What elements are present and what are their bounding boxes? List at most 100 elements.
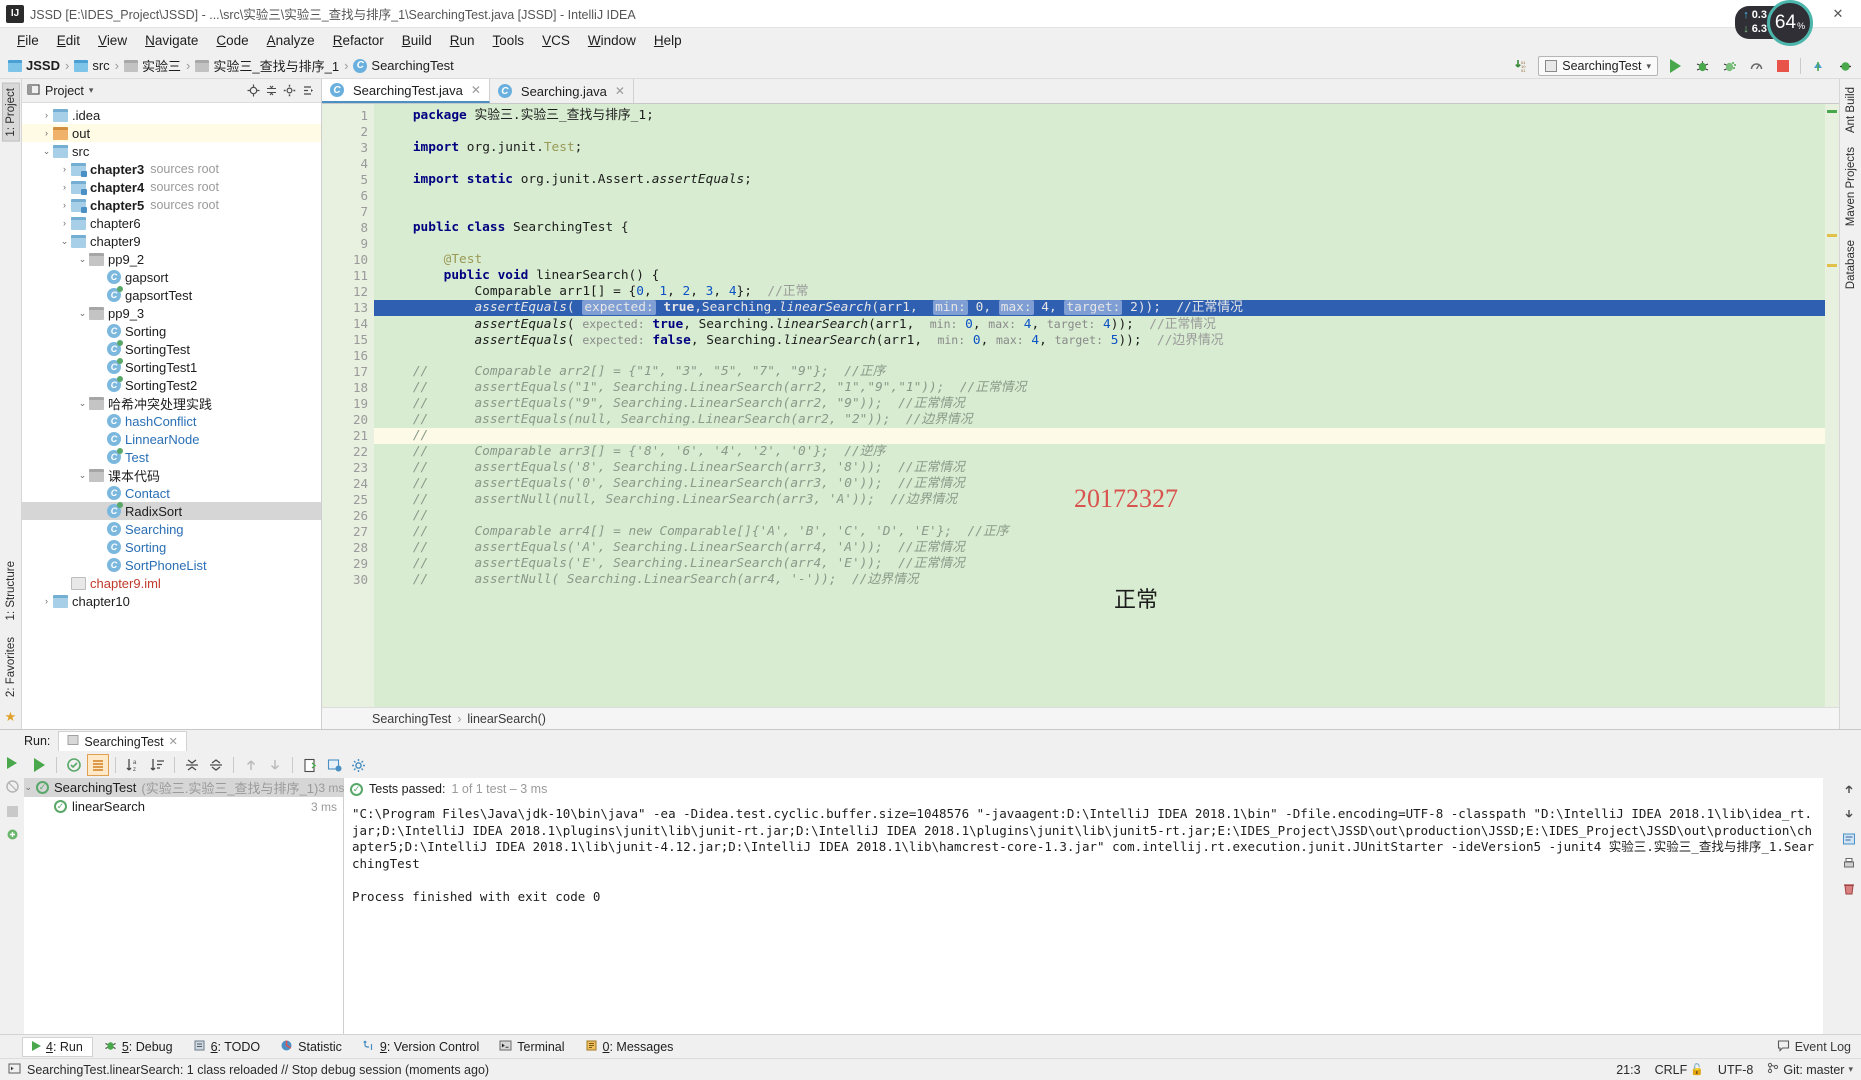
gutter-line-22[interactable]: 22 <box>322 444 374 460</box>
chevron-down-icon[interactable]: ⌄ <box>40 146 53 157</box>
chevron-right-icon[interactable]: › <box>58 182 71 192</box>
gutter-line-9[interactable]: 9 <box>322 236 374 252</box>
tree-node-SortPhoneList[interactable]: C SortPhoneList <box>22 556 321 574</box>
gutter-line-29[interactable]: 29 <box>322 556 374 572</box>
gutter-line-6[interactable]: 6 <box>322 188 374 204</box>
tree-node-Sorting[interactable]: C Sorting <box>22 322 321 340</box>
tree-node-chapter4[interactable]: › chapter4 sources root <box>22 178 321 196</box>
gutter-line-26[interactable]: 26 <box>322 508 374 524</box>
editor-tab-SearchingTest.java[interactable]: C SearchingTest.java ✕ <box>322 79 490 103</box>
tree-node-hashConflict[interactable]: ChashConflict <box>22 412 321 430</box>
caret-position[interactable]: 21:3 <box>1616 1063 1640 1077</box>
tree-node-out[interactable]: › out <box>22 124 321 142</box>
gutter-line-24[interactable]: 24 <box>322 476 374 492</box>
console-scrollbar[interactable] <box>1823 778 1837 1034</box>
code-line-14[interactable]: assertEquals( expected: true, Searching.… <box>374 316 1825 332</box>
code-line-5[interactable]: import static org.junit.Assert.assertEqu… <box>374 172 1825 188</box>
vcs-commit-icon[interactable] <box>1835 56 1855 76</box>
tool-window-todo[interactable]: 6: TODO <box>184 1037 270 1057</box>
network-speed-widget[interactable]: ↑ 0.3 K/s ↓ 6.3 K/s 64 % <box>1735 0 1813 46</box>
tree-node-gapsortTest[interactable]: CgapsortTest <box>22 286 321 304</box>
gutter-line-3[interactable]: 3 <box>322 140 374 156</box>
rerun-tests-icon[interactable] <box>28 754 50 776</box>
tree-node-chapter9[interactable]: ⌄ chapter9 <box>22 232 321 250</box>
code-line-3[interactable]: import org.junit.Test; <box>374 140 1825 156</box>
toggle-passed-icon[interactable] <box>63 754 85 776</box>
chevron-right-icon[interactable]: › <box>40 596 53 606</box>
code-line-12[interactable]: Comparable arr1[] = {0, 1, 2, 3, 4}; //正… <box>374 284 1825 300</box>
close-icon[interactable]: ✕ <box>471 83 481 97</box>
chevron-right-icon[interactable]: › <box>58 164 71 174</box>
tree-node-chapter9.iml[interactable]: chapter9.iml <box>22 574 321 592</box>
chevron-right-icon[interactable]: › <box>58 218 71 228</box>
gutter-line-5[interactable]: 5 <box>322 172 374 188</box>
gutter-line-16[interactable]: 16 <box>322 348 374 364</box>
menu-item-edit[interactable]: Edit <box>48 31 89 50</box>
stop-process-icon[interactable] <box>6 804 18 820</box>
scroll-up-icon[interactable] <box>1842 782 1856 799</box>
chevron-down-icon[interactable]: ▾ <box>1848 1064 1853 1075</box>
gutter-line-1[interactable]: 1 <box>322 108 374 124</box>
gutter-line-8[interactable]: 8 <box>322 220 385 236</box>
chevron-down-icon[interactable]: ⌄ <box>76 254 89 265</box>
collapse-all-icon[interactable] <box>262 82 280 100</box>
gutter-line-19[interactable]: 19 <box>322 396 374 412</box>
code-line-20[interactable]: // assertEquals(null, Searching.LinearSe… <box>374 412 1825 428</box>
menu-item-tools[interactable]: Tools <box>484 31 534 50</box>
gutter-line-11[interactable]: 11 <box>322 268 385 284</box>
sort-duration-icon[interactable] <box>146 754 168 776</box>
console-output[interactable]: "C:\Program Files\Java\jdk-10\bin\java" … <box>344 800 1823 1034</box>
chevron-down-icon[interactable]: ⌄ <box>58 236 71 247</box>
tree-node-SortingTest1[interactable]: C SortingTest1 <box>22 358 321 376</box>
code-line-28[interactable]: // assertEquals('A', Searching.LinearSea… <box>374 540 1825 556</box>
gutter-line-25[interactable]: 25 <box>322 492 374 508</box>
vcs-update-icon[interactable] <box>1808 56 1828 76</box>
breadcrumb-method[interactable]: linearSearch() <box>467 712 546 726</box>
editor-code[interactable]: package 实验三.实验三_查找与排序_1; import org.juni… <box>374 104 1825 707</box>
tree-node-Sorting[interactable]: C Sorting <box>22 538 321 556</box>
menu-item-navigate[interactable]: Navigate <box>136 31 207 50</box>
gutter-line-12[interactable]: 12 <box>322 284 374 300</box>
chevron-right-icon[interactable]: › <box>40 110 53 120</box>
gutter-line-27[interactable]: 27 <box>322 524 374 540</box>
gutter-line-15[interactable]: 15 <box>322 332 374 348</box>
code-line-18[interactable]: // assertEquals("1", Searching.LinearSea… <box>374 380 1825 396</box>
hide-icon[interactable] <box>298 82 316 100</box>
code-line-9[interactable] <box>374 236 1825 252</box>
sidebar-item-maven[interactable]: Maven Projects <box>1843 143 1859 230</box>
sidebar-item-database[interactable]: Database <box>1843 236 1859 293</box>
chevron-down-icon[interactable]: ⌄ <box>24 782 36 793</box>
tool-window-versioncontrol[interactable]: 9: Version Control <box>353 1037 488 1057</box>
menu-item-run[interactable]: Run <box>441 31 484 50</box>
sidebar-item-ant-build[interactable]: Ant Build <box>1843 83 1859 137</box>
tree-node-chapter6[interactable]: › chapter6 <box>22 214 321 232</box>
menu-item-refactor[interactable]: Refactor <box>324 31 393 50</box>
tree-node-LinnearNode[interactable]: C LinnearNode <box>22 430 321 448</box>
tree-node-pp9_2[interactable]: ⌄ pp9_2 <box>22 250 321 268</box>
chevron-right-icon[interactable]: › <box>40 128 53 138</box>
code-line-1[interactable]: package 实验三.实验三_查找与排序_1; <box>374 108 1825 124</box>
event-log-button[interactable]: Event Log <box>1777 1039 1851 1055</box>
project-tree[interactable]: › .idea › out ⌄ src › chapter3 sources root › chap… <box>22 103 321 729</box>
menu-item-code[interactable]: Code <box>207 31 257 50</box>
clear-all-icon[interactable] <box>1842 882 1856 899</box>
next-test-icon[interactable] <box>264 754 286 776</box>
gutter-line-4[interactable]: 4 <box>322 156 374 172</box>
tree-node-src[interactable]: ⌄ src <box>22 142 321 160</box>
code-line-7[interactable] <box>374 204 1825 220</box>
menu-item-build[interactable]: Build <box>393 31 441 50</box>
code-line-15[interactable]: assertEquals( expected: false, Searching… <box>374 332 1825 348</box>
soft-wrap-icon[interactable] <box>1842 832 1856 849</box>
tree-node-pp9_3[interactable]: ⌄ pp9_3 <box>22 304 321 322</box>
line-separator[interactable]: CRLF <box>1655 1063 1688 1077</box>
cpu-usage-dial[interactable]: 64 % <box>1767 0 1813 46</box>
chevron-down-icon[interactable]: ▾ <box>89 85 94 96</box>
git-branch[interactable]: Git: master <box>1783 1063 1844 1077</box>
tree-node-chapter10[interactable]: › chapter10 <box>22 592 321 610</box>
tree-node-SortingTest[interactable]: C SortingTest <box>22 340 321 358</box>
code-line-30[interactable]: // assertNull( Searching.LinearSearch(ar… <box>374 572 1825 588</box>
code-line-23[interactable]: // assertEquals('8', Searching.LinearSea… <box>374 460 1825 476</box>
close-icon[interactable]: ✕ <box>1815 0 1861 28</box>
tree-node-chapter3[interactable]: › chapter3 sources root <box>22 160 321 178</box>
stop-icon[interactable] <box>1773 56 1793 76</box>
